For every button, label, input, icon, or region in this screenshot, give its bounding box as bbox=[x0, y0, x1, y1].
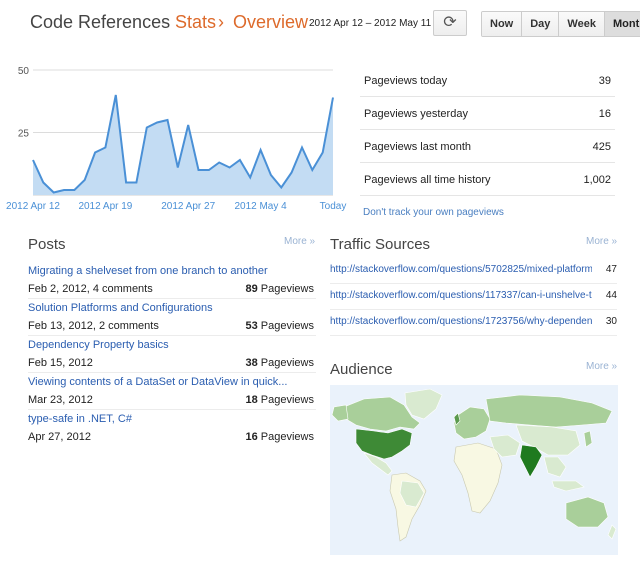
stat-label: Pageviews yesterday bbox=[364, 108, 468, 120]
chart-y-tick-label: 50 bbox=[18, 66, 30, 77]
post-views: 53 Pageviews bbox=[245, 320, 314, 332]
range-month-button[interactable]: Month bbox=[604, 12, 640, 36]
list-item: http://stackoverflow.com/questions/11733… bbox=[330, 284, 617, 310]
post-views-label: Pageviews bbox=[260, 320, 314, 332]
post-title-link[interactable]: Dependency Property basics bbox=[28, 339, 316, 351]
map-region-australia bbox=[565, 496, 609, 528]
range-now-button[interactable]: Now bbox=[482, 12, 523, 36]
post-views-label: Pageviews bbox=[260, 283, 314, 295]
traffic-list: http://stackoverflow.com/questions/57028… bbox=[330, 258, 617, 336]
post-title-link[interactable]: Viewing contents of a DataSet or DataVie… bbox=[28, 376, 316, 388]
posts-more-link[interactable]: More » bbox=[284, 236, 315, 247]
stat-value: 39 bbox=[598, 75, 611, 87]
chart-x-tick-label: Today bbox=[320, 201, 347, 212]
range-day-button[interactable]: Day bbox=[522, 12, 560, 36]
post-meta: Feb 2, 2012, 4 comments bbox=[28, 283, 153, 295]
map-region-alaska bbox=[331, 404, 349, 422]
chart-x-tick-label: 2012 Apr 19 bbox=[78, 201, 132, 212]
stats-table: Pageviews today 39 Pageviews yesterday 1… bbox=[360, 64, 615, 196]
chart-y-tick-label: 25 bbox=[18, 129, 30, 140]
post-views-count: 16 bbox=[245, 431, 258, 443]
list-item: http://stackoverflow.com/questions/57028… bbox=[330, 258, 617, 284]
map-region-indonesia bbox=[551, 480, 585, 492]
map-region-japan bbox=[583, 430, 593, 448]
post-title-link[interactable]: Solution Platforms and Configurations bbox=[28, 302, 316, 314]
map-region-new-zealand bbox=[607, 524, 617, 540]
stat-value: 1,002 bbox=[583, 174, 611, 186]
list-item: type-safe in .NET, C# Apr 27, 2012 16 Pa… bbox=[28, 410, 316, 447]
list-item: Dependency Property basics Feb 15, 2012 … bbox=[28, 336, 316, 373]
map-region-africa bbox=[453, 442, 503, 514]
breadcrumb-dot: · bbox=[161, 15, 165, 29]
map-region-europe bbox=[453, 406, 491, 440]
audience-world-map[interactable] bbox=[330, 385, 618, 555]
map-region-russia bbox=[485, 394, 613, 428]
stat-row: Pageviews yesterday 16 bbox=[360, 97, 615, 130]
header: Code References · Stats › Overview 2012 … bbox=[0, 0, 640, 48]
range-week-button[interactable]: Week bbox=[559, 12, 605, 36]
refresh-button[interactable]: ⟳ bbox=[433, 10, 467, 36]
list-item: http://stackoverflow.com/questions/17237… bbox=[330, 310, 617, 336]
date-range: 2012 Apr 12 – 2012 May 11 bbox=[309, 18, 432, 29]
chart-x-tick-label: 2012 May 4 bbox=[234, 201, 287, 212]
pageviews-chart: 25 50 2012 Apr 12 2012 Apr 19 2012 Apr 27 201… bbox=[0, 60, 352, 220]
audience-more-link[interactable]: More » bbox=[586, 361, 617, 372]
post-views: 16 Pageviews bbox=[245, 431, 314, 443]
traffic-url-link[interactable]: http://stackoverflow.com/questions/11733… bbox=[330, 290, 592, 301]
post-meta: Mar 23, 2012 bbox=[28, 394, 93, 406]
chart-x-tick-label: 2012 Apr 27 bbox=[161, 201, 215, 212]
post-meta: Feb 13, 2012, 2 comments bbox=[28, 320, 159, 332]
refresh-icon: ⟳ bbox=[443, 14, 457, 31]
dont-track-link[interactable]: Don't track your own pageviews bbox=[363, 207, 504, 218]
traffic-url-link[interactable]: http://stackoverflow.com/questions/57028… bbox=[330, 264, 592, 275]
stat-row: Pageviews all time history 1,002 bbox=[360, 163, 615, 196]
world-map-svg bbox=[331, 388, 617, 542]
stat-row: Pageviews today 39 bbox=[360, 64, 615, 97]
stat-label: Pageviews today bbox=[364, 75, 448, 87]
list-item: Solution Platforms and Configurations Fe… bbox=[28, 299, 316, 336]
traffic-more-link[interactable]: More » bbox=[586, 236, 617, 247]
list-item: Migrating a shelveset from one branch to… bbox=[28, 262, 316, 299]
post-views: 89 Pageviews bbox=[245, 283, 314, 295]
range-selector: Now Day Week Month bbox=[481, 11, 640, 37]
post-views-count: 38 bbox=[245, 357, 258, 369]
posts-title: Posts bbox=[28, 236, 66, 253]
post-views-label: Pageviews bbox=[260, 357, 314, 369]
post-views-count: 89 bbox=[245, 283, 258, 295]
traffic-count: 44 bbox=[605, 290, 617, 301]
stat-label: Pageviews last month bbox=[364, 141, 471, 153]
post-views: 38 Pageviews bbox=[245, 357, 314, 369]
traffic-count: 47 bbox=[605, 264, 617, 275]
map-region-southeast-asia bbox=[543, 456, 567, 478]
post-views: 18 Pageviews bbox=[245, 394, 314, 406]
stat-value: 16 bbox=[598, 108, 611, 120]
chart-x-tick-label: 2012 Apr 12 bbox=[6, 201, 60, 212]
post-views-label: Pageviews bbox=[260, 431, 314, 443]
breadcrumb-root[interactable]: Code References bbox=[30, 12, 170, 33]
pageviews-chart-svg: 25 50 2012 Apr 12 2012 Apr 19 2012 Apr 27 201… bbox=[6, 66, 347, 212]
page-title: Overview bbox=[233, 12, 309, 32]
post-views-label: Pageviews bbox=[260, 394, 314, 406]
stat-value: 425 bbox=[592, 141, 611, 153]
list-item: Viewing contents of a DataSet or DataVie… bbox=[28, 373, 316, 410]
posts-list: Migrating a shelveset from one branch to… bbox=[28, 262, 316, 447]
post-meta: Feb 15, 2012 bbox=[28, 357, 93, 369]
post-meta: Apr 27, 2012 bbox=[28, 431, 91, 443]
stat-row: Pageviews last month 425 bbox=[360, 130, 615, 163]
post-views-count: 53 bbox=[245, 320, 258, 332]
stat-label: Pageviews all time history bbox=[364, 174, 491, 186]
post-title-link[interactable]: Migrating a shelveset from one branch to… bbox=[28, 265, 316, 277]
traffic-count: 30 bbox=[605, 316, 617, 327]
breadcrumb-separator: › bbox=[218, 12, 224, 32]
traffic-title: Traffic Sources bbox=[330, 236, 431, 253]
map-region-usa bbox=[355, 428, 413, 460]
traffic-url-link[interactable]: http://stackoverflow.com/questions/17237… bbox=[330, 316, 592, 327]
audience-title: Audience bbox=[330, 361, 393, 378]
breadcrumb-stats[interactable]: Stats bbox=[175, 12, 216, 33]
post-views-count: 18 bbox=[245, 394, 258, 406]
post-title-link[interactable]: type-safe in .NET, C# bbox=[28, 413, 316, 425]
